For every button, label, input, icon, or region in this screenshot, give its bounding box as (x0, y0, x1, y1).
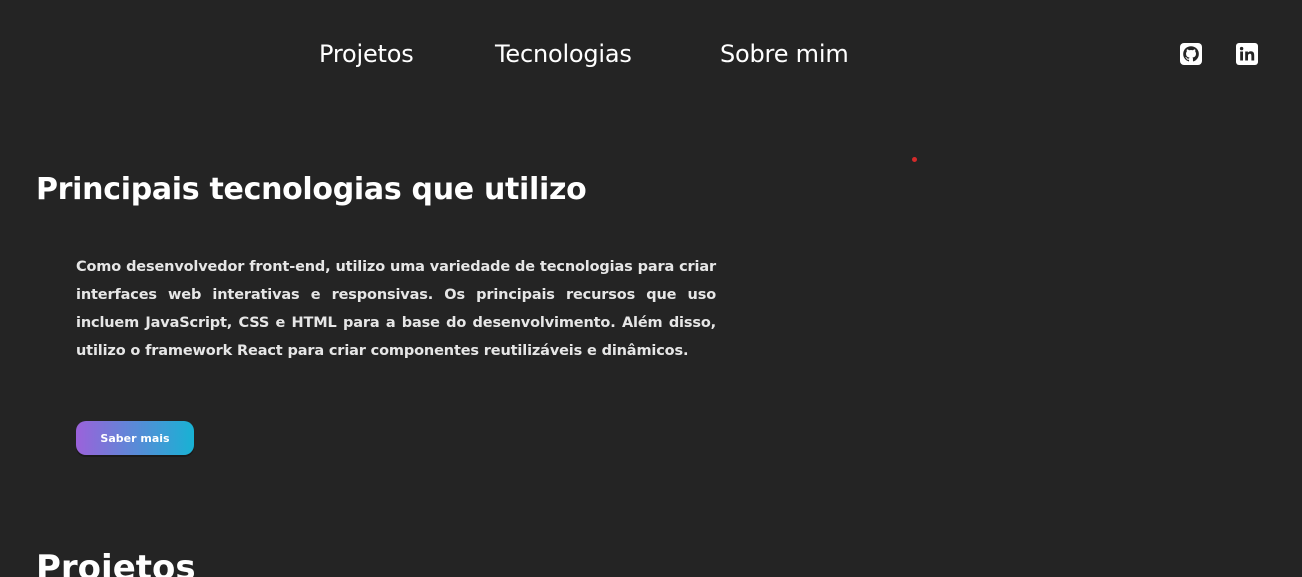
nav-link-sobre-mim[interactable]: Sobre mim (720, 40, 849, 68)
nav-link-tecnologias[interactable]: Tecnologias (495, 40, 632, 68)
github-link[interactable] (1179, 42, 1203, 66)
top-nav: Projetos Tecnologias Sobre mim (0, 36, 1302, 76)
linkedin-icon (1236, 43, 1258, 65)
tech-section-description: Como desenvolvedor front-end, utilizo um… (76, 259, 716, 359)
linkedin-link[interactable] (1235, 42, 1259, 66)
github-icon (1180, 43, 1202, 65)
nav-link-projetos[interactable]: Projetos (319, 40, 414, 68)
saber-mais-button[interactable]: Saber mais (76, 421, 194, 455)
page: Projetos Tecnologias Sobre mim Principai… (0, 0, 1302, 577)
projects-section-title: Projetos (36, 548, 196, 577)
tech-section-title: Principais tecnologias que utilizo (36, 172, 587, 207)
accent-dot (912, 157, 917, 162)
